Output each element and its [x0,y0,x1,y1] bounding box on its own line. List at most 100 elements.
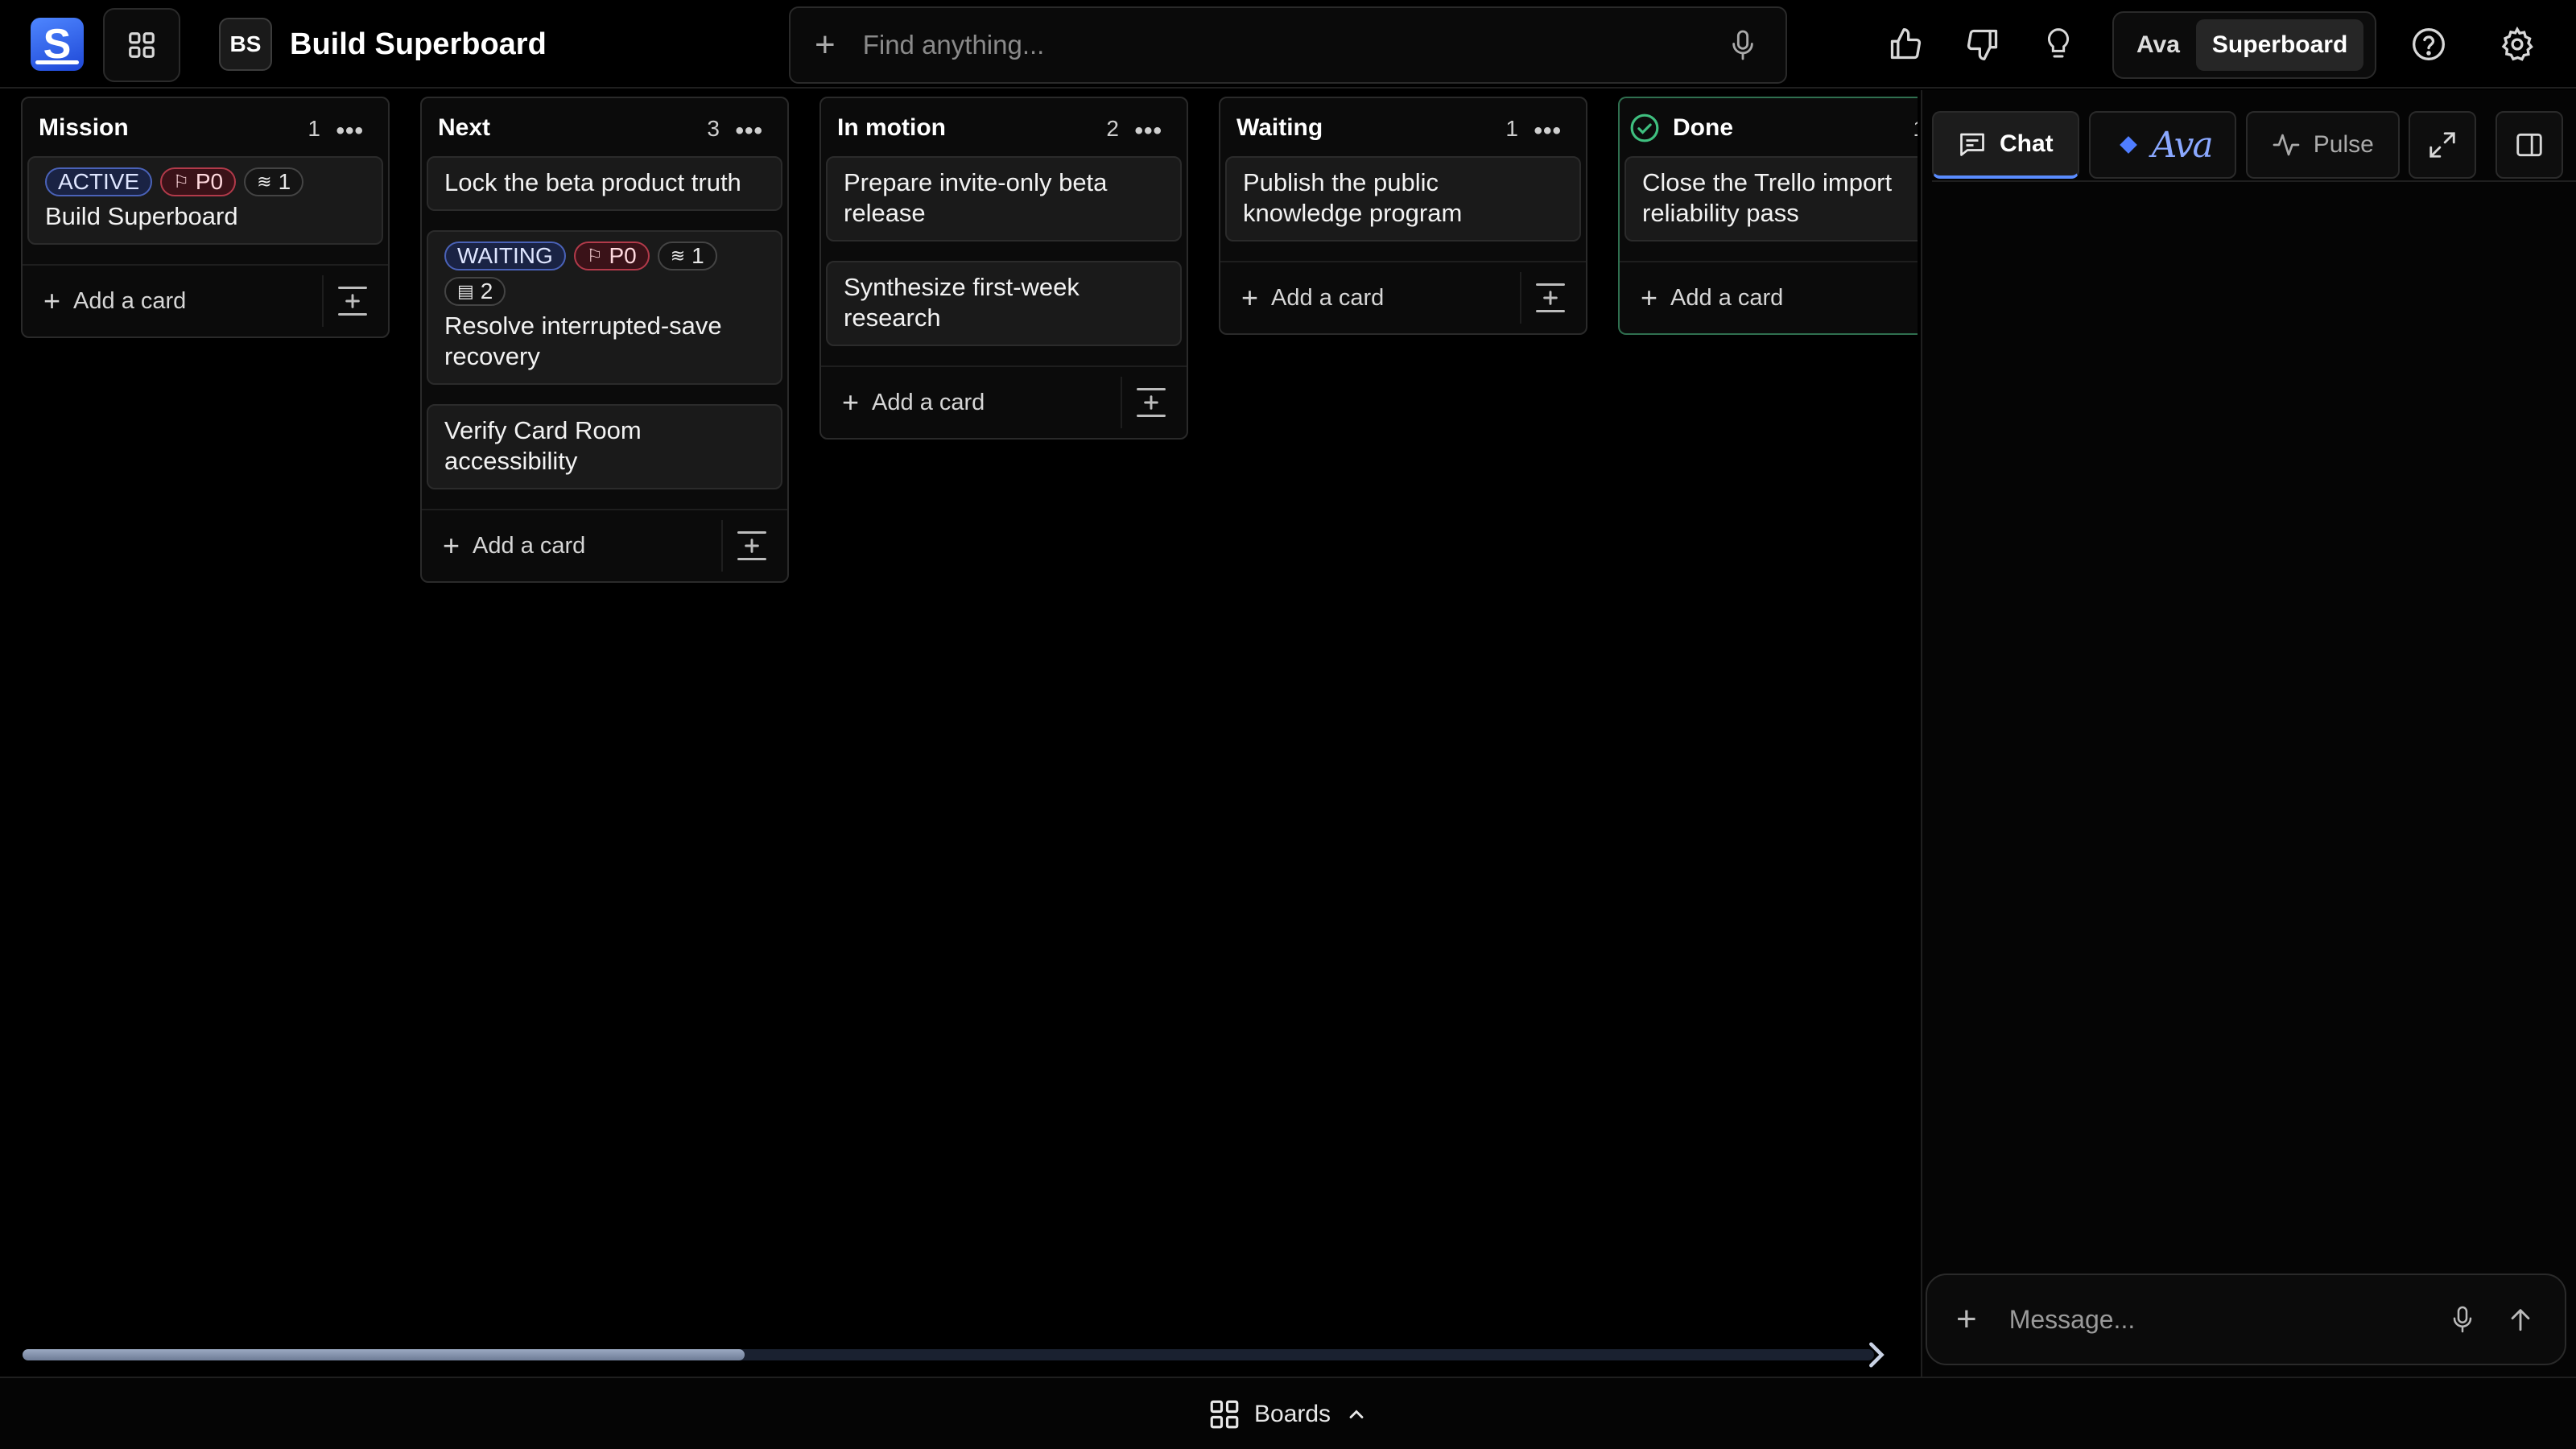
help-circle-icon [2413,28,2445,60]
list-header[interactable]: Done 1 [1620,98,1918,156]
divider [721,520,723,572]
board-scrollbar[interactable] [23,1349,1874,1360]
board-title: Build Superboard [290,27,547,61]
card[interactable]: Publish the public knowledge program [1225,156,1581,242]
add-card-button[interactable]: + Add a card [43,287,186,316]
panel-tabs: Chat Ava Pulse [1932,111,2409,179]
list-done: Done 1 Close the Trello import reliabili… [1618,97,1918,335]
card-template-icon[interactable] [1133,385,1169,420]
divider [1520,272,1521,324]
plus-icon[interactable]: + [815,27,836,63]
list-title: Done [1673,114,1733,141]
mode-toggle: Ava Superboard [2112,11,2376,79]
list-header[interactable]: Next 3 ••• [422,98,787,156]
list-header[interactable]: Waiting 1 ••• [1220,98,1586,156]
grid-icon [129,32,155,58]
card-template-icon[interactable] [1533,280,1568,316]
card[interactable]: Verify Card Room accessibility [427,404,782,489]
divider [1932,180,2576,182]
status-badge: WAITING [444,242,566,270]
flag-icon: ⚐ [173,171,189,192]
board-identity[interactable]: BS Build Superboard [219,18,547,71]
card-template-icon[interactable] [734,528,770,564]
expand-panel-button[interactable] [2409,111,2476,179]
apps-grid-button[interactable] [103,8,180,82]
ava-script-logo: Ava [2151,124,2214,166]
boards-switcher-button[interactable]: Boards [1208,1397,1368,1431]
list-next: Next 3 ••• Lock the beta product truth W… [420,97,789,583]
pulse-icon [2273,134,2300,156]
search-bar: + [789,6,1787,84]
list-title: Mission [39,114,129,141]
attach-plus-icon[interactable]: + [1956,1302,1977,1337]
more-options-icon[interactable]: ••• [1134,118,1162,145]
more-options-icon[interactable]: ••• [735,118,763,145]
tab-ava[interactable]: Ava [2088,111,2236,179]
list-title: Next [438,114,491,141]
expand-icon [2429,132,2455,158]
priority-badge: ⚐ P0 [160,167,237,196]
list-header[interactable]: Mission 1 ••• [23,98,388,156]
tab-pulse[interactable]: Pulse [2245,111,2400,179]
tab-chat[interactable]: Chat [1932,111,2079,179]
card-title: Resolve interrupted-save recovery [444,312,722,370]
plus-icon: + [43,284,61,317]
layers-badge: ≋ 1 [657,242,717,270]
add-card-button[interactable]: + Add a card [842,388,985,417]
microphone-icon[interactable] [2450,1305,2475,1334]
settings-button[interactable] [2496,23,2539,66]
microphone-icon[interactable] [1729,29,1757,61]
card[interactable]: Prepare invite-only beta release [826,156,1182,242]
more-options-icon[interactable]: ••• [336,118,364,145]
list-title: In motion [837,114,946,141]
mode-option-ava[interactable]: Ava [2120,19,2196,71]
top-bar: S BS Build Superboard + Ava Superboard [0,0,2576,89]
card-title: Verify Card Room accessibility [444,416,642,475]
send-arrow-icon[interactable] [2507,1305,2534,1334]
diamond-icon [2119,136,2137,154]
scroll-right-arrow-icon[interactable] [1866,1341,1885,1368]
card-title: Publish the public knowledge program [1243,168,1463,227]
thumbs-up-icon [1890,28,1922,60]
help-button[interactable] [2407,23,2450,66]
list-title: Waiting [1236,114,1323,141]
board-avatar: BS [219,18,272,71]
card-title: Prepare invite-only beta release [844,168,1108,227]
chevron-up-icon [1349,1410,1364,1418]
toggle-sidebar-button[interactable] [2496,111,2563,179]
card[interactable]: Lock the beta product truth [427,156,782,211]
status-badge: ACTIVE [45,167,153,196]
thumbs-down-button[interactable] [1961,23,2004,66]
card[interactable]: Synthesize first-week research [826,261,1182,346]
flag-icon: ⚐ [586,246,603,266]
list-waiting: Waiting 1 ••• Publish the public knowled… [1219,97,1587,335]
card-title: Build Superboard [45,202,238,230]
list-count: 1 [1505,116,1518,141]
card[interactable]: ACTIVE ⚐ P0 ≋ 1 Build Superboard [27,156,383,245]
more-options-icon[interactable]: ••• [1534,118,1562,145]
layers-icon: ≋ [670,246,686,266]
add-card-button[interactable]: + Add a card [443,531,585,560]
card[interactable]: Close the Trello import reliability pass [1624,156,1918,242]
list-count: 1 [308,116,320,141]
card-template-icon[interactable] [335,283,370,319]
app-logo[interactable]: S [31,18,84,71]
scrollbar-thumb[interactable] [23,1349,745,1360]
plus-icon: + [1641,281,1658,314]
chat-bubble-icon [1960,133,1984,156]
lightbulb-icon [2047,28,2070,58]
mode-option-superboard[interactable]: Superboard [2195,19,2364,71]
thumbs-up-button[interactable] [1884,23,1927,66]
list-header[interactable]: In motion 2 ••• [821,98,1187,156]
list-in-motion: In motion 2 ••• Prepare invite-only beta… [819,97,1188,440]
gear-icon [2501,27,2533,61]
card-title: Close the Trello import reliability pass [1642,168,1893,227]
boards-label: Boards [1254,1401,1331,1427]
idea-button[interactable] [2037,23,2080,66]
add-card-button[interactable]: + Add a card [1241,283,1384,312]
message-input[interactable] [2008,1304,2450,1335]
card[interactable]: WAITING ⚐ P0 ≋ 1 ▤ 2 Resolve interrupted-sa… [427,230,782,385]
add-card-button[interactable]: + Add a card [1641,283,1783,312]
search-input[interactable] [862,30,1729,60]
thumbs-down-icon [1967,29,1998,60]
